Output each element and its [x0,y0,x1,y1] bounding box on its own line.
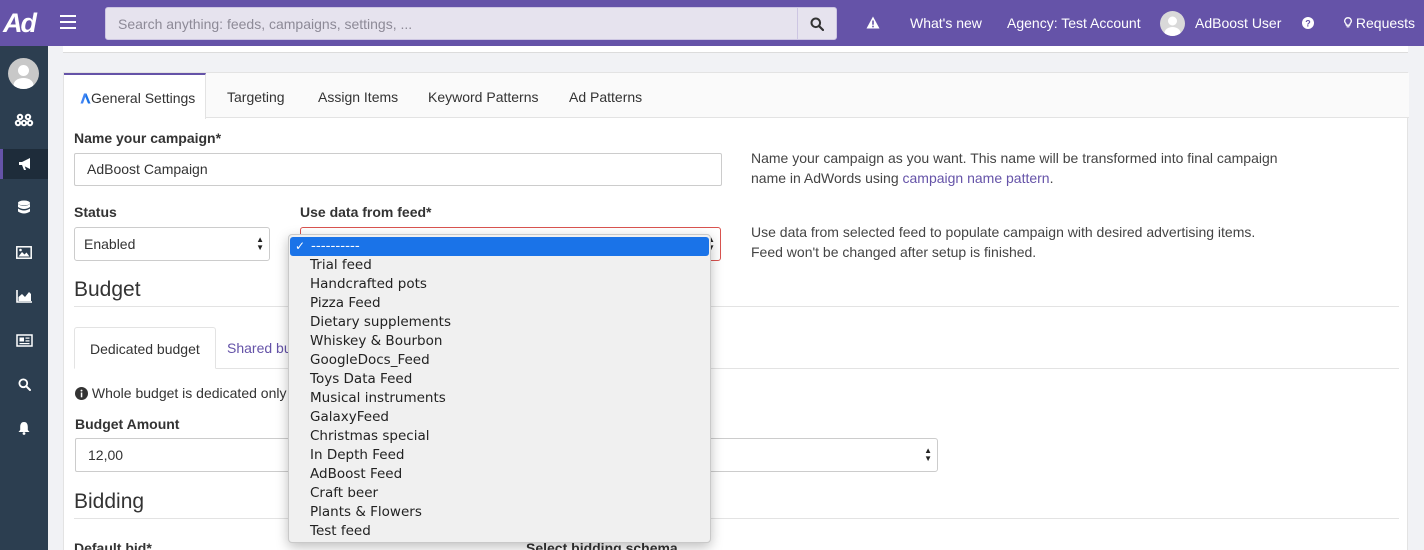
image-icon [16,245,32,259]
search-icon [18,378,31,391]
search-icon [810,17,824,31]
sidebar-avatar[interactable] [8,58,39,89]
sidebar-item-reports[interactable] [0,281,48,311]
feed-option[interactable]: GoogleDocs_Feed [289,351,710,370]
agency-switcher[interactable]: Agency: Test Account [1007,0,1141,46]
info-icon [75,387,88,400]
campaign-settings-card: General Settings Targeting Assign Items … [63,72,1409,550]
feed-option[interactable]: ✓ ---------- [290,237,709,256]
menu-toggle-icon[interactable] [60,15,76,29]
tab-assign-items[interactable]: Assign Items [318,73,398,118]
user-avatar[interactable] [1160,11,1185,36]
requests-link[interactable]: Requests [1344,0,1415,46]
whats-new-link[interactable]: What's new [910,0,982,46]
feed-help: Use data from selected feed to populate … [751,224,1256,260]
feed-dropdown-list: ✓ ---------- Trial feed Handcrafted pots … [288,234,711,543]
warning-icon [866,16,880,29]
global-search [105,7,837,40]
sidebar-item-feeds[interactable] [0,105,48,135]
database-icon [18,200,30,214]
svg-text:?: ? [1305,19,1311,29]
status-select[interactable]: Enabled ▲ ▼ [74,227,270,261]
lightbulb-icon [1344,17,1352,28]
feed-option[interactable]: Toys Data Feed [289,370,710,389]
tab-general-settings[interactable]: General Settings [64,73,206,119]
budget-divider [74,306,1399,307]
select-arrows-icon: ▲ ▼ [924,446,932,463]
tab-keyword-patterns[interactable]: Keyword Patterns [428,73,539,118]
feed-option[interactable]: Musical instruments [289,389,710,408]
sidebar [0,46,48,550]
default-bid-label: Default bid* [74,540,152,550]
feed-option[interactable]: Dietary supplements [289,313,710,332]
campaign-name-label: Name your campaign* [74,130,222,146]
status-label: Status [74,204,117,220]
bell-icon [18,422,30,435]
top-navbar: Ad What's new Agency: Test Account AdBoo… [0,0,1424,46]
tab-targeting[interactable]: Targeting [227,73,285,118]
campaign-name-pattern-link[interactable]: campaign name pattern [903,170,1050,186]
area-chart-icon [16,289,32,303]
feed-option[interactable]: Christmas special [289,427,710,446]
feed-option[interactable]: In Depth Feed [289,446,710,465]
requests-label: Requests [1355,15,1416,31]
budget-title: Budget [74,278,141,301]
budget-info: Whole budget is dedicated only to [75,385,302,401]
sidebar-item-ads[interactable] [0,325,48,355]
feed-option[interactable]: Craft beer [289,484,710,503]
feed-option[interactable]: Handcrafted pots [289,275,710,294]
user-menu[interactable]: AdBoost User [1195,0,1281,46]
feeds-icon [14,113,34,127]
tab-ad-patterns[interactable]: Ad Patterns [569,73,642,118]
feed-label: Use data from feed* [300,204,432,220]
alerts-button[interactable] [866,0,880,46]
search-button[interactable] [797,8,836,39]
sidebar-item-notifications[interactable] [0,413,48,443]
sidebar-item-search[interactable] [0,369,48,399]
feed-option[interactable]: AdBoost Feed [289,465,710,484]
settings-tabs: General Settings Targeting Assign Items … [64,73,1409,119]
sidebar-item-campaigns[interactable] [0,149,48,179]
tab-dedicated-budget[interactable]: Dedicated budget [74,327,216,369]
bidding-title: Bidding [74,490,145,513]
feed-option[interactable]: Pizza Feed [289,294,710,313]
campaign-name-help: Name your campaign as you want. This nam… [751,150,1278,186]
feed-option[interactable]: Trial feed [289,256,710,275]
checkmark-icon: ✓ [295,239,306,253]
budget-period-select[interactable]: ▲ ▼ [704,438,938,472]
sidebar-item-database[interactable] [0,193,48,223]
feed-option[interactable]: Whiskey & Bourbon [289,332,710,351]
newspaper-icon [15,333,33,347]
campaign-name-input[interactable]: AdBoost Campaign [74,153,722,186]
sidebar-item-images[interactable] [0,237,48,267]
select-arrows-icon: ▲ ▼ [256,235,264,252]
feed-option[interactable]: GalaxyFeed [289,408,710,427]
megaphone-icon [18,158,30,170]
app-logo[interactable]: Ad [0,0,48,46]
bidding-divider [74,518,1399,519]
budget-amount-label: Budget Amount [75,416,180,432]
feed-option[interactable]: Plants & Flowers [289,503,710,522]
feed-option[interactable]: Test feed [289,522,710,541]
help-button[interactable]: ? [1302,0,1314,46]
search-input[interactable] [106,8,798,39]
adwords-icon [80,93,91,104]
page-header-strip [63,46,1408,53]
help-icon: ? [1302,17,1314,29]
